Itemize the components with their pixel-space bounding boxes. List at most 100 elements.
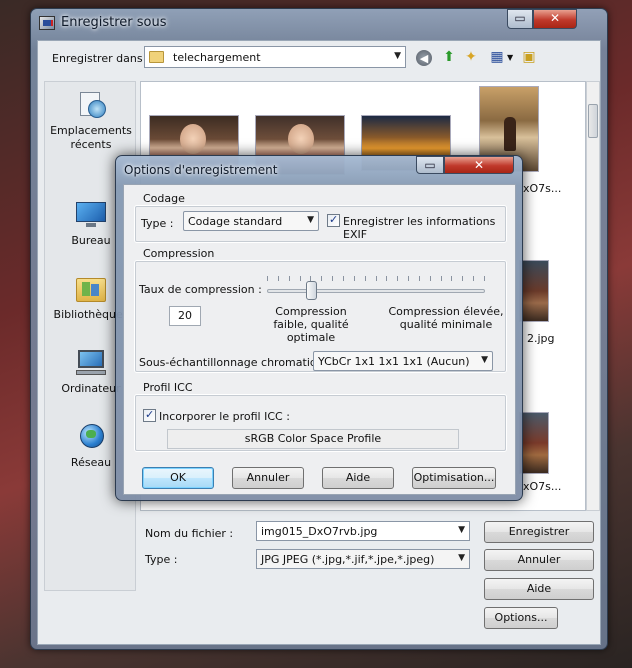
icc-embed-checkbox[interactable] bbox=[143, 408, 156, 422]
compression-slider-thumb[interactable] bbox=[306, 281, 317, 300]
ok-button[interactable]: OK bbox=[142, 467, 214, 489]
up-arrow-icon: ⬆ bbox=[443, 49, 455, 65]
file-name: xO7s... bbox=[523, 182, 562, 195]
filename-label: Nom du fichier : bbox=[145, 527, 234, 540]
figure-shape bbox=[504, 117, 516, 151]
codage-group-title: Codage bbox=[143, 192, 185, 205]
chroma-subsampling-select[interactable]: YCbCr 1x1 1x1 1x1 (Aucun) ▼ bbox=[313, 351, 493, 371]
file-thumbnail[interactable] bbox=[519, 412, 549, 474]
chevron-down-icon: ▼ bbox=[458, 525, 465, 535]
slider-tick bbox=[321, 276, 322, 281]
chevron-down-icon: ▼ bbox=[458, 553, 465, 563]
compression-ratio-input[interactable]: 20 bbox=[169, 306, 201, 326]
low-compression-label: Compression faible, qualité optimale bbox=[273, 305, 349, 344]
chevron-down-icon: ▼ bbox=[307, 215, 314, 225]
compression-group-title: Compression bbox=[143, 247, 215, 260]
slider-tick bbox=[430, 276, 431, 281]
folder-icon bbox=[149, 51, 164, 63]
close-icon: ✕ bbox=[549, 11, 561, 25]
cancel-button[interactable]: Annuler bbox=[484, 549, 594, 571]
dialog-body: Codage Type : Codage standard ▼ Enregist… bbox=[123, 184, 516, 495]
scrollbar-thumb[interactable] bbox=[588, 104, 598, 138]
dialog-cancel-button[interactable]: Annuler bbox=[232, 467, 304, 489]
back-button[interactable]: ◀ bbox=[416, 50, 432, 66]
slider-tick bbox=[451, 276, 452, 281]
dialog-close-button[interactable]: ✕ bbox=[444, 156, 514, 174]
new-folder-button[interactable]: ✦ bbox=[462, 49, 480, 66]
vertical-scrollbar[interactable] bbox=[586, 81, 600, 511]
slider-tick bbox=[408, 276, 409, 281]
slider-tick bbox=[376, 276, 377, 281]
filename-value: img015_DxO7rvb.jpg bbox=[261, 525, 378, 538]
slider-tick bbox=[343, 276, 344, 281]
exif-label: Enregistrer les informations EXIF bbox=[343, 215, 496, 241]
dialog-restore-button[interactable]: ▭ bbox=[416, 156, 444, 174]
slider-ticks bbox=[267, 276, 485, 282]
filetype-select[interactable]: JPG JPEG (*.jpg,*.jif,*.jpe,*.jpeg) ▼ bbox=[256, 549, 470, 569]
chroma-subsampling-label: Sous-échantillonnage chromatique : bbox=[139, 356, 338, 369]
high-compression-label: Compression élevée, qualité minimale bbox=[388, 305, 504, 331]
slider-tick bbox=[462, 276, 463, 281]
face-shape bbox=[180, 124, 206, 154]
slider-tick bbox=[419, 276, 420, 281]
save-in-value: telechargement bbox=[173, 51, 261, 64]
view-grid-icon: ▦ bbox=[490, 49, 504, 65]
chevron-down-icon: ▼ bbox=[394, 51, 401, 61]
optimisation-button[interactable]: Optimisation... bbox=[412, 467, 496, 489]
up-folder-button[interactable]: ⬆ bbox=[440, 49, 458, 66]
network-icon bbox=[74, 422, 108, 452]
desktop-icon bbox=[74, 200, 108, 230]
computer-icon bbox=[74, 348, 108, 378]
restore-icon: ▭ bbox=[424, 158, 436, 172]
slider-tick bbox=[484, 276, 485, 281]
place-label: Emplacements récents bbox=[50, 124, 132, 151]
type-label: Type : bbox=[141, 217, 174, 230]
slider-tick bbox=[441, 276, 442, 281]
encoding-type-value: Codage standard bbox=[188, 215, 283, 228]
chevron-down-icon[interactable]: ▼ bbox=[507, 53, 513, 62]
window-title: Enregistrer sous bbox=[61, 15, 167, 30]
options-dialog: Options d'enregistrement ▭ ✕ Codage Type… bbox=[115, 155, 523, 501]
filetype-label: Type : bbox=[145, 553, 178, 566]
slider-tick bbox=[473, 276, 474, 281]
place-recent[interactable]: Emplacements récents bbox=[45, 90, 137, 152]
exif-checkbox[interactable] bbox=[327, 213, 340, 227]
file-name: 2.jpg bbox=[527, 332, 555, 345]
icc-embed-label: Incorporer le profil ICC : bbox=[159, 410, 290, 423]
filetype-value: JPG JPEG (*.jpg,*.jif,*.jpe,*.jpeg) bbox=[261, 553, 435, 566]
recent-places-icon bbox=[74, 90, 108, 120]
compression-group: Compression Taux de compression : Compre… bbox=[134, 247, 507, 373]
filename-field[interactable]: img015_DxO7rvb.jpg ▼ bbox=[256, 521, 470, 541]
compression-ratio-label: Taux de compression : bbox=[139, 283, 262, 296]
slider-tick bbox=[397, 276, 398, 281]
face-shape bbox=[288, 124, 314, 154]
restore-icon: ▭ bbox=[514, 11, 526, 25]
codage-group: Codage Type : Codage standard ▼ Enregist… bbox=[134, 192, 507, 243]
save-button[interactable]: Enregistrer bbox=[484, 521, 594, 543]
compression-slider[interactable] bbox=[267, 289, 485, 293]
restore-button[interactable]: ▭ bbox=[507, 9, 533, 29]
slider-tick bbox=[267, 276, 268, 281]
libraries-icon bbox=[74, 274, 108, 304]
back-arrow-icon: ◀ bbox=[419, 52, 429, 65]
slider-tick bbox=[365, 276, 366, 281]
save-in-combo[interactable]: telechargement ▼ bbox=[144, 46, 406, 68]
slider-tick bbox=[386, 276, 387, 281]
icc-profile-field: sRGB Color Space Profile bbox=[167, 429, 459, 449]
views-button[interactable]: ▦ bbox=[488, 49, 506, 66]
encoding-type-select[interactable]: Codage standard ▼ bbox=[183, 211, 319, 231]
dialog-help-button[interactable]: Aide bbox=[322, 467, 394, 489]
new-folder-icon: ✦ bbox=[465, 49, 477, 65]
file-thumbnail[interactable] bbox=[519, 260, 549, 322]
dialog-title: Options d'enregistrement bbox=[124, 163, 278, 177]
options-button[interactable]: Options... bbox=[484, 607, 558, 629]
chroma-subsampling-value: YCbCr 1x1 1x1 1x1 (Aucun) bbox=[318, 355, 470, 368]
close-button[interactable]: ✕ bbox=[533, 9, 577, 29]
app-icon bbox=[39, 16, 55, 30]
save-in-label: Enregistrer dans : bbox=[52, 52, 150, 65]
chevron-down-icon: ▼ bbox=[481, 355, 488, 365]
help-button[interactable]: Aide bbox=[484, 578, 594, 600]
slider-tick bbox=[300, 276, 301, 281]
folder-options-button[interactable]: ▣ bbox=[520, 49, 538, 66]
folder-icon: ▣ bbox=[522, 49, 536, 65]
